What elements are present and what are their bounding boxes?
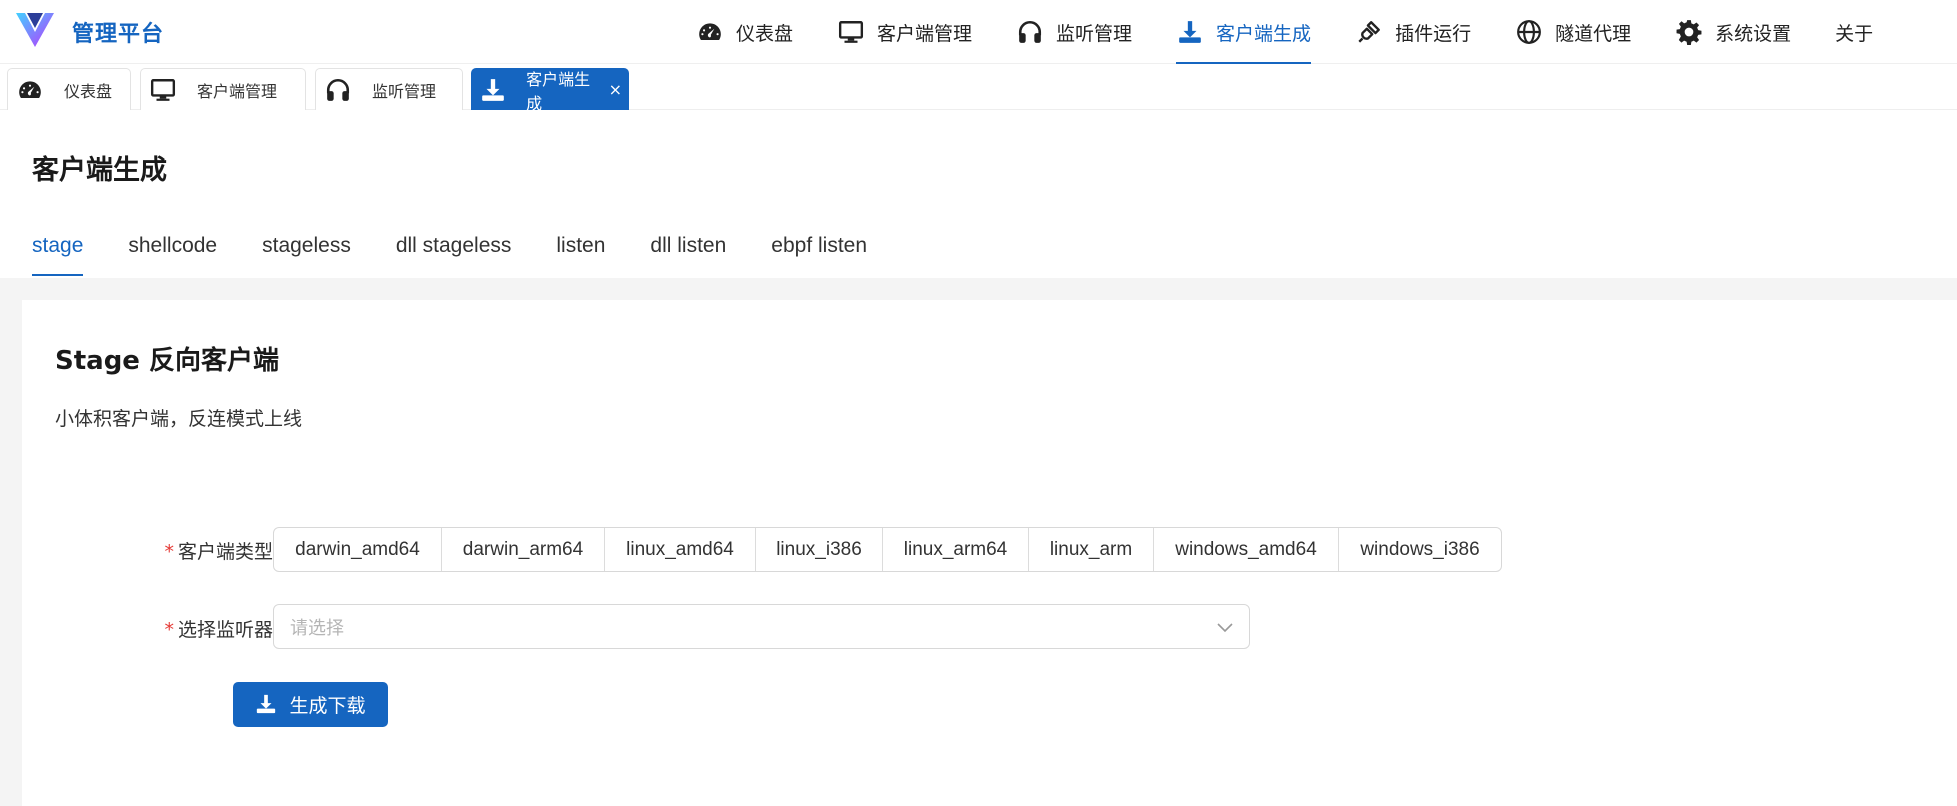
nav-item-about[interactable]: 关于 xyxy=(1835,0,1873,64)
client-type-option[interactable]: linux_amd64 xyxy=(605,528,756,571)
download-icon xyxy=(480,76,506,104)
tab-dll-listen[interactable]: dll listen xyxy=(650,234,726,278)
client-type-option[interactable]: linux_arm xyxy=(1029,528,1154,571)
close-icon[interactable]: × xyxy=(609,80,622,99)
nav-item-listeners[interactable]: 监听管理 xyxy=(1016,0,1132,64)
nav-label: 客户端管理 xyxy=(877,22,973,45)
nav-item-settings[interactable]: 系统设置 xyxy=(1675,0,1791,64)
tab-dll-stageless[interactable]: dll stageless xyxy=(396,234,512,278)
page-tab-listeners[interactable]: 监听管理 xyxy=(315,68,463,110)
nav-item-plugins[interactable]: 插件运行 xyxy=(1355,0,1471,64)
download-icon xyxy=(1176,18,1204,46)
required-mark: * xyxy=(164,619,174,641)
gear-icon xyxy=(1675,18,1703,46)
top-navbar: 管理平台 仪表盘 客户端管理 监听管理 客户端生成 插件运行 隧道代理 系统设置… xyxy=(0,0,1957,64)
client-type-option[interactable]: windows_i386 xyxy=(1339,528,1501,571)
tab-stageless[interactable]: stageless xyxy=(262,234,351,278)
globe-icon xyxy=(1515,18,1543,46)
headphones-icon xyxy=(1016,18,1044,46)
nav-label: 隧道代理 xyxy=(1555,22,1632,45)
monitor-icon xyxy=(837,18,865,46)
dashboard-icon xyxy=(16,76,44,104)
dashboard-icon xyxy=(696,18,724,46)
card-title: Stage 反向客户端 xyxy=(55,346,279,376)
page-tab-dashboard[interactable]: 仪表盘 xyxy=(7,68,131,110)
nav-item-clients[interactable]: 客户端管理 xyxy=(837,0,972,64)
plug-icon xyxy=(1355,18,1383,46)
client-type-label: * 客户端类型 xyxy=(133,537,273,564)
nav-label: 客户端生成 xyxy=(1216,22,1312,45)
page-tab-label: 监听管理 xyxy=(372,81,437,101)
generate-download-button[interactable]: 生成下载 xyxy=(233,682,388,727)
listener-select[interactable]: 请选择 xyxy=(273,604,1250,649)
tab-ebpf-listen[interactable]: ebpf listen xyxy=(771,234,867,278)
listener-label: * 选择监听器 xyxy=(133,615,273,642)
page-tab-label: 仪表盘 xyxy=(64,81,113,101)
tab-stage[interactable]: stage xyxy=(32,234,84,278)
nav-label: 关于 xyxy=(1835,22,1874,45)
client-type-option[interactable]: windows_amd64 xyxy=(1154,528,1339,571)
page-tab-clients[interactable]: 客户端管理 xyxy=(140,68,306,110)
logo-icon xyxy=(14,10,56,54)
headphones-icon xyxy=(324,76,352,104)
nav-label: 系统设置 xyxy=(1715,22,1792,45)
brand-title: 管理平台 xyxy=(72,22,165,47)
page-tab-strip: 仪表盘 客户端管理 监听管理 客户端生成 × xyxy=(0,64,1957,113)
monitor-icon xyxy=(149,76,177,104)
page-tab-label: 客户端管理 xyxy=(197,81,278,101)
brand[interactable]: 管理平台 xyxy=(14,10,164,54)
generate-type-tabs: stage shellcode stageless dll stageless … xyxy=(32,234,912,278)
generate-label: 生成下载 xyxy=(289,695,366,717)
label-text: 选择监听器 xyxy=(177,619,273,641)
nav-label: 插件运行 xyxy=(1395,22,1472,45)
page-title: 客户端生成 xyxy=(32,155,167,186)
client-type-option[interactable]: linux_arm64 xyxy=(883,528,1029,571)
page-tab-client-generate[interactable]: 客户端生成 × xyxy=(471,68,629,113)
download-icon xyxy=(255,693,279,717)
label-text: 客户端类型 xyxy=(177,541,273,563)
chevron-down-icon xyxy=(1217,623,1233,633)
required-mark: * xyxy=(164,541,174,563)
tab-shellcode[interactable]: shellcode xyxy=(128,234,217,278)
nav-item-tunnel[interactable]: 隧道代理 xyxy=(1515,0,1631,64)
nav-item-dashboard[interactable]: 仪表盘 xyxy=(696,0,793,64)
page-tab-label: 客户端生成 xyxy=(526,69,591,113)
client-type-option[interactable]: darwin_arm64 xyxy=(442,528,605,571)
nav-item-client-generate[interactable]: 客户端生成 xyxy=(1176,0,1312,64)
main-nav: 仪表盘 客户端管理 监听管理 客户端生成 插件运行 隧道代理 系统设置 关于 xyxy=(696,0,1917,64)
client-type-option[interactable]: darwin_amd64 xyxy=(274,528,442,571)
listener-placeholder: 请选择 xyxy=(290,617,344,639)
tab-listen[interactable]: listen xyxy=(556,234,605,278)
client-type-segmented: darwin_amd64 darwin_arm64 linux_amd64 li… xyxy=(273,527,1502,572)
nav-label: 仪表盘 xyxy=(736,22,794,45)
nav-label: 监听管理 xyxy=(1056,22,1133,45)
client-type-option[interactable]: linux_i386 xyxy=(756,528,883,571)
card-description: 小体积客户端，反连模式上线 xyxy=(55,408,303,430)
